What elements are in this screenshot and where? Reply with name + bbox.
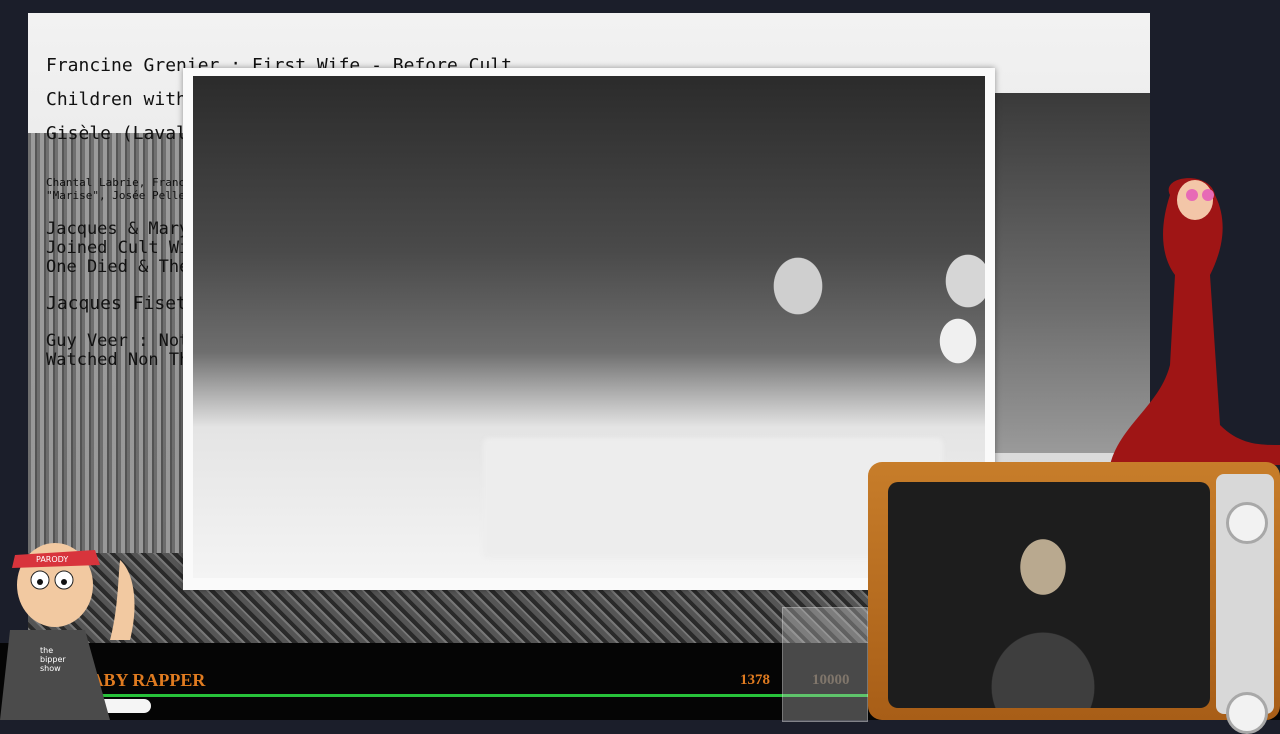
webcam-screen [888, 482, 1210, 708]
tv-knob-top [1226, 502, 1268, 544]
note-line: Guy Veer : Not [46, 331, 190, 351]
note-line-small: Chantal Labrie, Franci [46, 176, 192, 189]
webcam-tv-frame [868, 462, 1280, 734]
progress-track [30, 694, 890, 697]
note-line-small: "Marise", Josée Pellet [46, 189, 192, 202]
shirt-text: bipper [40, 655, 66, 664]
webcam-person [948, 502, 1138, 708]
count-current: 1378 [740, 672, 770, 688]
note-line: Jacques & Marys [46, 219, 200, 239]
tv-knob-bottom [1226, 692, 1268, 734]
demon-character-avatar [1100, 165, 1280, 465]
note-line: One Died & They [46, 257, 200, 277]
note-line: Watched Non Thé [46, 350, 200, 370]
shirt-text: the [40, 646, 53, 655]
cartoon-mascot-avatar: PARODY the bipper show [0, 520, 150, 720]
glass-cup [782, 607, 868, 722]
hat-text: PARODY [36, 555, 68, 564]
note-line: Joined Cult Wit [46, 238, 200, 258]
shirt-text: show [40, 664, 61, 673]
